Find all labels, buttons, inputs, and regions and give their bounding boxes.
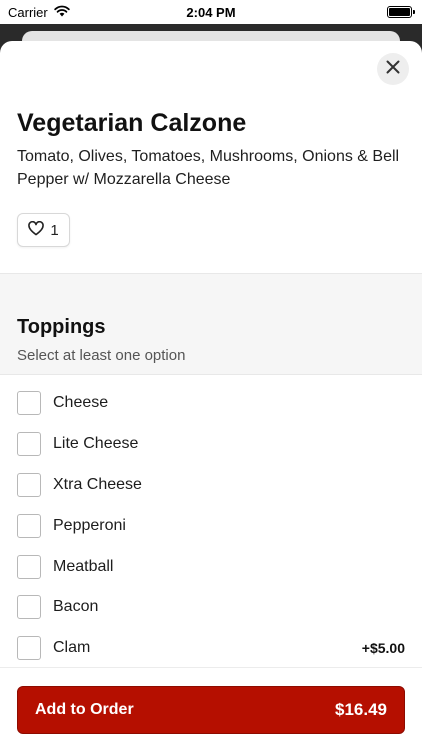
wifi-icon <box>54 5 70 20</box>
like-button[interactable]: 1 <box>17 213 70 247</box>
status-left: Carrier <box>8 5 70 20</box>
option-row-lite-cheese[interactable]: Lite Cheese <box>0 424 422 465</box>
order-footer: Add to Order $16.49 <box>0 667 422 750</box>
option-row-bacon[interactable]: Bacon <box>0 587 422 628</box>
section-subtitle: Select at least one option <box>17 347 186 364</box>
order-total: $16.49 <box>335 700 387 719</box>
option-label: Lite Cheese <box>53 435 139 453</box>
battery-icon <box>387 6 415 18</box>
option-label: Clam <box>53 639 91 657</box>
checkbox[interactable] <box>17 636 41 661</box>
heart-icon <box>28 220 45 240</box>
section-title: Toppings <box>17 316 106 338</box>
checkbox[interactable] <box>17 595 41 620</box>
option-price: +$5.00 <box>361 640 405 657</box>
option-label: Cheese <box>53 394 109 412</box>
toppings-section-header: Toppings Select at least one option <box>0 274 422 375</box>
checkbox[interactable] <box>17 554 41 579</box>
carrier-label: Carrier <box>8 4 48 20</box>
option-row-xtra-cheese[interactable]: Xtra Cheese <box>0 465 422 506</box>
option-row-clam[interactable]: Clam +$5.00 <box>0 628 422 669</box>
option-row-meatball[interactable]: Meatball <box>0 546 422 587</box>
battery-fill <box>389 8 410 16</box>
checkbox[interactable] <box>17 391 41 416</box>
checkbox[interactable] <box>17 472 41 497</box>
status-bar: Carrier 2:04 PM <box>0 0 422 24</box>
item-title: Vegetarian Calzone <box>17 109 247 137</box>
option-label: Pepperoni <box>53 516 126 534</box>
option-row-pepperoni[interactable]: Pepperoni <box>0 505 422 546</box>
item-detail-sheet: Vegetarian Calzone Tomato, Olives, Tomat… <box>0 41 422 750</box>
option-label: Meatball <box>53 557 114 575</box>
add-to-order-button[interactable]: Add to Order $16.49 <box>17 686 405 734</box>
option-row-cheese[interactable]: Cheese <box>0 383 422 424</box>
checkbox[interactable] <box>17 432 41 457</box>
add-to-order-label: Add to Order <box>35 701 134 718</box>
like-count: 1 <box>50 221 59 239</box>
toppings-options-list: Cheese Lite Cheese Xtra Cheese Pepperoni… <box>0 383 422 669</box>
option-label: Xtra Cheese <box>53 475 142 493</box>
option-label: Bacon <box>53 598 99 616</box>
close-icon <box>386 60 400 79</box>
close-button[interactable] <box>377 53 409 85</box>
checkbox[interactable] <box>17 513 41 538</box>
item-description: Tomato, Olives, Tomatoes, Mushrooms, Oni… <box>17 148 400 188</box>
